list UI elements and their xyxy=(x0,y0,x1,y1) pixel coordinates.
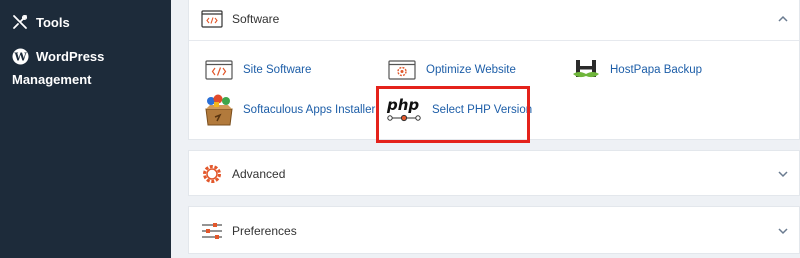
svg-text:W: W xyxy=(13,51,27,64)
advanced-panel-title: Advanced xyxy=(232,167,286,181)
sidebar-item-label: WordPress xyxy=(36,49,105,64)
app-label: Optimize Website xyxy=(426,64,516,76)
sidebar-item-tools[interactable]: Tools xyxy=(12,14,70,30)
software-panel-title: Software xyxy=(232,11,280,26)
software-panel-header[interactable]: Software xyxy=(189,0,799,41)
app-site-software[interactable]: Site Software xyxy=(202,55,311,85)
code-icon xyxy=(205,60,233,80)
sidebar-item-wordpress[interactable]: W WordPress xyxy=(12,48,104,65)
software-panel: Software Site Software Optimize Website … xyxy=(188,0,800,140)
chevron-down-icon[interactable] xyxy=(777,168,789,180)
preferences-panel-title: Preferences xyxy=(232,224,297,238)
software-code-icon xyxy=(201,10,223,28)
sidebar-item-wordpress-line2[interactable]: Management xyxy=(12,72,91,87)
advanced-panel: Advanced xyxy=(188,150,800,196)
advanced-panel-header[interactable]: Advanced xyxy=(189,151,799,197)
wordpress-icon: W xyxy=(12,48,29,65)
sliders-icon xyxy=(202,223,222,239)
app-label: HostPapa Backup xyxy=(610,64,703,76)
softaculous-box-icon xyxy=(205,94,233,126)
app-label: Select PHP Version xyxy=(432,104,533,116)
php-icon-text: php xyxy=(386,96,419,114)
gear-icon xyxy=(203,165,221,183)
main-content: Software Site Software Optimize Website … xyxy=(171,0,800,258)
app-hostpapa-backup[interactable]: HostPapa Backup xyxy=(569,55,702,85)
hostpapa-logo-icon xyxy=(573,60,599,78)
php-icon: php xyxy=(386,96,421,122)
optimize-icon xyxy=(388,60,416,80)
chevron-up-icon[interactable] xyxy=(777,13,789,25)
app-label: Softaculous Apps Installer xyxy=(243,104,376,116)
app-optimize-website[interactable]: Optimize Website xyxy=(385,55,516,85)
app-select-php-version[interactable]: php Select PHP Version xyxy=(385,95,532,125)
tools-icon xyxy=(13,14,28,29)
app-label: Site Software xyxy=(243,64,312,76)
chevron-down-icon[interactable] xyxy=(777,225,789,237)
sidebar-item-label: Tools xyxy=(36,14,70,30)
sidebar: Tools W WordPress Management xyxy=(0,0,171,258)
preferences-panel-header[interactable]: Preferences xyxy=(189,207,799,255)
app-softaculous[interactable]: Softaculous Apps Installer xyxy=(202,94,376,126)
preferences-panel: Preferences xyxy=(188,206,800,254)
